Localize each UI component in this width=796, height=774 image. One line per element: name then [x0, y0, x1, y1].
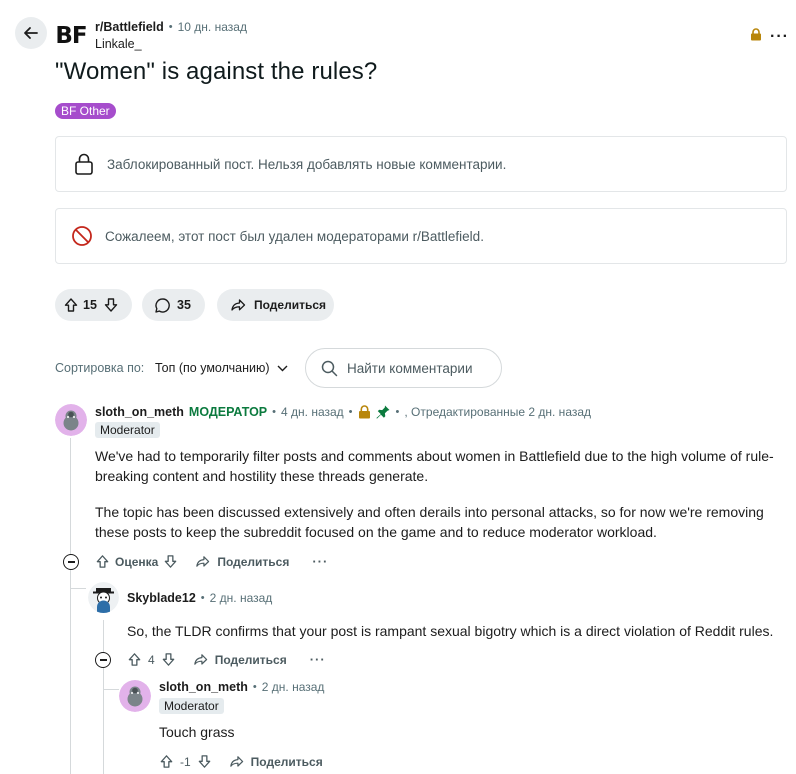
comment-score: 4 [148, 652, 155, 667]
lock-icon [358, 405, 371, 419]
more-options-button[interactable]: ··· [312, 554, 328, 569]
share-label: Поделиться [214, 652, 287, 667]
subreddit-link[interactable]: r/Battlefield [95, 20, 164, 34]
separator-dot: • [200, 592, 205, 604]
removed-notice: Сожалеем, этот пост был удален модератор… [55, 208, 787, 264]
sort-value: Топ (по умолчанию) [155, 361, 270, 375]
separator-dot: • [168, 21, 173, 33]
comment-header: sloth_on_meth • 2 дн. назад [159, 680, 324, 694]
locked-notice-text: Заблокированный пост. Нельзя добавлять н… [107, 156, 507, 172]
downvote-icon[interactable] [161, 652, 176, 667]
separator-dot: • [395, 406, 400, 418]
pin-icon [375, 404, 391, 420]
upvote-icon[interactable] [95, 554, 110, 569]
upvote-icon[interactable] [63, 297, 79, 313]
downvote-icon[interactable] [103, 297, 119, 313]
comments-button[interactable]: 35 [142, 289, 205, 321]
chevron-down-icon [277, 365, 288, 372]
separator-dot: • [272, 406, 277, 418]
subreddit-icon[interactable]: BF [54, 19, 88, 53]
comment-header: sloth_on_meth МОДЕРАТОР • 4 дн. назад • … [95, 404, 591, 420]
comment-time: 4 дн. назад [281, 405, 344, 419]
comment-author[interactable]: sloth_on_meth [159, 680, 248, 694]
share-icon [193, 654, 207, 665]
comment-actions: 4 Поделиться ··· [127, 652, 326, 667]
removed-notice-text: Сожалеем, этот пост был удален модератор… [105, 228, 484, 244]
comment-time: 2 дн. назад [261, 680, 325, 694]
share-icon [230, 297, 246, 313]
lock-icon [750, 28, 762, 41]
back-button[interactable] [15, 17, 47, 49]
sort-dropdown[interactable]: Топ (по умолчанию) [155, 361, 288, 375]
separator-dot: • [348, 406, 353, 418]
avatar[interactable] [55, 404, 87, 436]
comment-body: Touch grass [159, 724, 235, 740]
comment-author[interactable]: sloth_on_meth [95, 405, 184, 419]
vote-label: Оценка [115, 554, 159, 569]
share-icon [229, 756, 243, 767]
share-button[interactable]: Поделиться [217, 289, 334, 321]
post-meta-line: r/Battlefield • 10 дн. назад [95, 20, 247, 34]
post-flair[interactable]: BF Other [55, 103, 116, 119]
collapse-thread-button[interactable] [95, 652, 111, 668]
thread-branch [103, 689, 119, 690]
comment-bubble-icon [154, 297, 171, 314]
comment-paragraph: We've had to temporarily filter posts an… [95, 448, 774, 484]
share-button[interactable]: Поделиться [195, 554, 289, 569]
search-icon [321, 360, 338, 377]
comments-count: 35 [177, 298, 191, 312]
more-options-button[interactable]: ··· [310, 652, 326, 667]
comment-actions: Оценка Поделиться ··· [95, 554, 328, 569]
collapse-thread-button[interactable] [63, 554, 79, 570]
downvote-icon[interactable] [197, 754, 212, 769]
share-icon [196, 556, 210, 567]
share-button[interactable]: Поделиться [229, 754, 323, 769]
avatar[interactable] [119, 680, 151, 712]
moderator-badge: Moderator [95, 422, 160, 438]
comment-header: Skyblade12 • 2 дн. назад [127, 591, 272, 605]
avatar[interactable] [88, 582, 119, 613]
more-options-button[interactable]: ··· [770, 28, 789, 46]
post-title: "Women" is against the rules? [55, 58, 378, 85]
separator-dot: • [252, 681, 257, 693]
upvote-icon[interactable] [127, 652, 142, 667]
comment-time: 2 дн. назад [209, 591, 273, 605]
prohibited-icon [71, 225, 93, 247]
comment-search-input[interactable]: Найти комментарии [305, 348, 502, 388]
comment-body: So, the TLDR confirms that your post is … [127, 623, 774, 639]
locked-notice: Заблокированный пост. Нельзя добавлять н… [55, 136, 787, 192]
share-label: Поделиться [217, 554, 290, 569]
sort-label: Сортировка по: [55, 361, 145, 375]
comment-paragraph: The topic has been discussed extensively… [95, 504, 764, 540]
edited-note: , Отредактированные 2 дн. назад [404, 405, 592, 419]
downvote-icon[interactable] [163, 554, 178, 569]
comment-body: We've had to temporarily filter posts an… [95, 446, 775, 542]
thread-line [103, 620, 104, 774]
comment-author[interactable]: Skyblade12 [127, 591, 196, 605]
thread-branch [70, 588, 86, 589]
moderator-tag: МОДЕРАТОР [188, 405, 268, 419]
post-time: 10 дн. назад [177, 20, 247, 34]
comment-score: -1 [180, 754, 191, 769]
post-score: 15 [83, 298, 97, 312]
lock-outline-icon [73, 152, 95, 176]
share-label: Поделиться [250, 754, 323, 769]
moderator-badge: Moderator [159, 698, 224, 714]
search-placeholder: Найти комментарии [347, 360, 473, 376]
comment-actions: -1 Поделиться [159, 754, 323, 769]
upvote-icon[interactable] [159, 754, 174, 769]
arrow-left-icon [24, 27, 38, 39]
share-label: Поделиться [254, 298, 327, 312]
thread-line [70, 438, 71, 774]
post-vote-pill: 15 [55, 289, 132, 321]
post-author[interactable]: Linkale_ [95, 37, 142, 51]
share-button[interactable]: Поделиться [193, 652, 287, 667]
